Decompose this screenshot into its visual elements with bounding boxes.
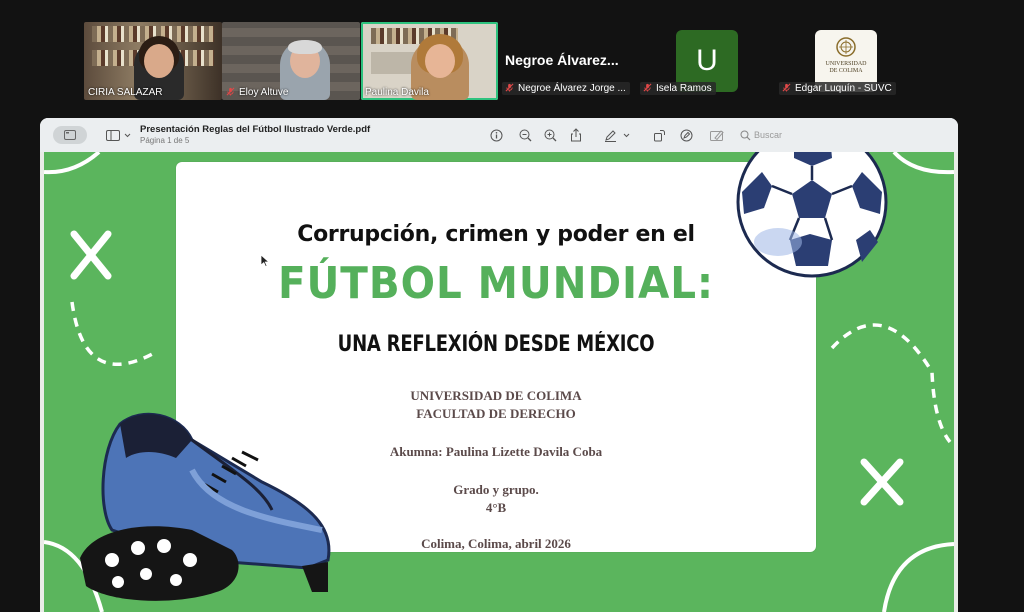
window-icon [64,130,76,140]
sidebar-toggle-button[interactable] [104,126,132,144]
search-icon [740,130,751,140]
participant-name: CIRIA SALAZAR [88,87,163,98]
window-controls[interactable] [53,126,87,144]
sidebar-icon [105,129,120,141]
slide-title-line1: Corrupción, crimen y poder en el [297,222,695,247]
page-indicator: Página 1 de 5 [140,136,190,145]
zoom-in-button[interactable] [541,126,559,144]
chevron-down-icon [124,133,130,137]
zoom-in-icon [544,129,556,141]
chevron-down-icon [623,133,630,137]
logo-text: DE COLIMA [829,68,863,74]
participant-tile-ciria[interactable]: CIRIA SALAZAR [84,22,222,100]
participant-label-edgar[interactable]: Edgar Luquín - SUVC [779,82,896,95]
rotate-icon [653,129,665,141]
mic-muted-icon [782,83,791,92]
participant-name: Paulina Davila [365,87,429,98]
search-placeholder: Buscar [754,130,783,140]
mic-muted-icon [643,83,652,92]
slide-canvas: Corrupción, crimen y poder en el FÚTBOL … [44,152,954,612]
x-mark-icon [70,230,112,280]
annotate-icon [680,129,692,141]
participant-name: Eloy Altuve [226,87,288,98]
slide-title-main: FÚTBOL MUNDIAL: [277,258,715,309]
participant-label-negroe[interactable]: Negroe Álvarez Jorge ... [502,82,630,95]
soccer-boot-icon [80,412,331,601]
redact-icon [709,130,724,141]
mouse-cursor-icon [260,254,270,268]
viewer-toolbar: Presentación Reglas del Fútbol Ilustrado… [40,118,958,152]
slide-subtitle: UNA REFLEXIÓN DESDE MÉXICO [337,332,655,357]
university-crest-icon [836,37,856,57]
pdf-viewer-window[interactable]: Presentación Reglas del Fútbol Ilustrado… [40,118,958,612]
info-icon [490,129,502,141]
participant-tile-eloy[interactable]: Eloy Altuve [222,22,360,100]
zoom-out-icon [519,129,531,141]
logo-text: UNIVERSIDAD [825,61,867,67]
share-icon [571,128,581,142]
x-mark-icon [860,458,904,506]
mic-muted-icon [505,83,514,92]
search-field[interactable]: Buscar [740,126,782,144]
redact-button[interactable] [707,126,727,144]
mic-muted-icon [226,87,235,96]
document-title: Presentación Reglas del Fútbol Ilustrado… [140,124,371,135]
soccer-ball-icon [736,152,888,278]
markup-button[interactable] [601,126,633,144]
info-button[interactable] [487,126,505,144]
participant-tile-paulina[interactable]: Paulina Davila [361,22,498,100]
participant-label-isela[interactable]: Isela Ramos [640,82,716,95]
university-name: UNIVERSIDAD DE COLIMA [410,388,582,403]
rotate-button[interactable] [650,126,668,144]
markup-pen-icon [605,129,616,142]
speaker-name-large: Negroe Álvarez... [505,52,619,68]
annotate-button[interactable] [677,126,695,144]
share-button[interactable] [567,126,585,144]
zoom-out-button[interactable] [516,126,534,144]
